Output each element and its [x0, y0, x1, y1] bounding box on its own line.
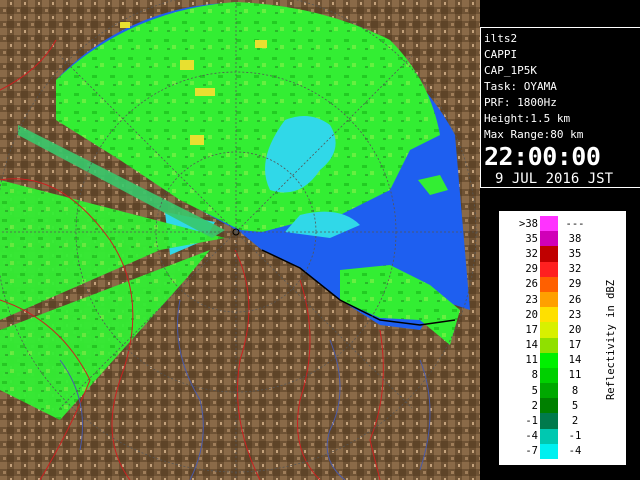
legend-row-lower: 32 [525, 247, 538, 260]
legend-row: 17 20 [504, 322, 592, 338]
observation-date: 9 JUL 2016 JST [495, 171, 614, 187]
legend-row: 14 17 [504, 337, 592, 353]
legend-row-upper: --- [565, 217, 585, 230]
legend-row-upper: 14 [568, 354, 582, 367]
legend-color-swatch [540, 322, 558, 338]
info-line-product-code: CAP_1P5K [484, 64, 537, 77]
legend-row: >38 --- [504, 216, 592, 232]
info-line-site: ilts2 [484, 32, 518, 45]
legend-row-upper: 20 [568, 323, 582, 336]
observation-time: 22:00:00 [484, 142, 601, 171]
legend-color-swatch [540, 413, 558, 429]
legend-row-upper: 17 [568, 339, 582, 352]
legend-color-swatch [540, 428, 558, 444]
legend-color-swatch [540, 398, 558, 414]
legend-row-upper: 38 [568, 232, 582, 245]
legend-row-upper: 32 [568, 263, 582, 276]
legend-row-lower: 5 [531, 384, 538, 397]
legend-row: 29 32 [504, 261, 592, 277]
legend-row-lower: 23 [525, 293, 538, 306]
legend-row: 25 [504, 398, 592, 414]
legend-row-lower: 14 [525, 339, 538, 352]
legend-row: -4 -1 [504, 428, 592, 444]
legend-color-swatch [540, 443, 558, 459]
legend-row: 8 11 [504, 367, 592, 384]
legend-color-swatch [540, 246, 558, 262]
legend-row-lower: 20 [525, 308, 538, 321]
legend-color-swatch [540, 231, 558, 247]
radar-map [0, 0, 480, 480]
legend-row: 11 14 [504, 352, 592, 368]
legend-row-upper: 2 [571, 415, 579, 428]
legend-row-lower: -1 [525, 415, 538, 428]
legend-color-swatch [540, 383, 558, 399]
legend-row: 20 23 [504, 307, 592, 323]
legend-row-upper: 26 [568, 293, 582, 306]
info-line-max-range: Max Range:80 km [484, 128, 584, 141]
legend-row-upper: 8 [571, 384, 579, 397]
legend-row-lower: 35 [525, 232, 538, 245]
legend-axis-label: Reflectivity in dBZ [604, 227, 618, 453]
legend-row-upper: 23 [568, 308, 582, 321]
legend-color-swatch [540, 352, 558, 368]
legend-row-upper: -4 [568, 445, 582, 458]
legend-row-lower: -4 [525, 430, 538, 443]
legend-row-lower: 17 [525, 323, 538, 336]
info-panel: ilts2 CAPPI CAP_1P5K Task: OYAMA PRF: 18… [480, 27, 640, 188]
legend-rows: >38 --- 35 38 32 35 29 32 26 29 23 26 20 23 17 20 14 17 11… [504, 216, 592, 459]
legend-row-lower: -7 [525, 445, 538, 458]
legend-row-upper: 35 [568, 247, 582, 260]
legend-row-lower: 8 [531, 369, 538, 382]
legend-color-swatch [540, 291, 558, 308]
legend-color-swatch [540, 216, 558, 232]
info-line-product: CAPPI [484, 48, 518, 61]
legend-color-swatch [540, 261, 558, 277]
legend-row: -1 2 [504, 413, 592, 429]
legend-color-swatch [540, 307, 558, 323]
legend-row-upper: -1 [568, 430, 582, 443]
legend-color-swatch [540, 337, 558, 353]
legend-row: 58 [504, 383, 592, 399]
legend-color-swatch [540, 367, 558, 384]
legend-row: 35 38 [504, 231, 592, 247]
legend-row-lower: 29 [525, 263, 538, 276]
legend-row-upper: 5 [571, 399, 579, 412]
info-line-prf: PRF: 1800Hz [484, 96, 557, 109]
legend-row-lower: 2 [531, 399, 538, 412]
legend-row-lower: >38 [519, 217, 538, 230]
legend-row-lower: 26 [525, 278, 538, 291]
info-line-task: Task: OYAMA [484, 80, 557, 93]
legend-row-upper: 11 [568, 369, 582, 382]
info-line-height: Height:1.5 km [484, 112, 571, 125]
legend-row: 32 35 [504, 246, 592, 262]
legend-row: 23 26 [504, 291, 592, 308]
legend-row-upper: 29 [568, 278, 582, 291]
reflectivity-legend: >38 --- 35 38 32 35 29 32 26 29 23 26 20 23 17 20 14 17 11… [499, 211, 626, 465]
legend-title: Reflectivity in dBZ [605, 279, 617, 401]
legend-color-swatch [540, 276, 558, 292]
legend-row: -7 -4 [504, 443, 592, 459]
legend-row-lower: 11 [525, 354, 538, 367]
legend-row: 26 29 [504, 276, 592, 292]
